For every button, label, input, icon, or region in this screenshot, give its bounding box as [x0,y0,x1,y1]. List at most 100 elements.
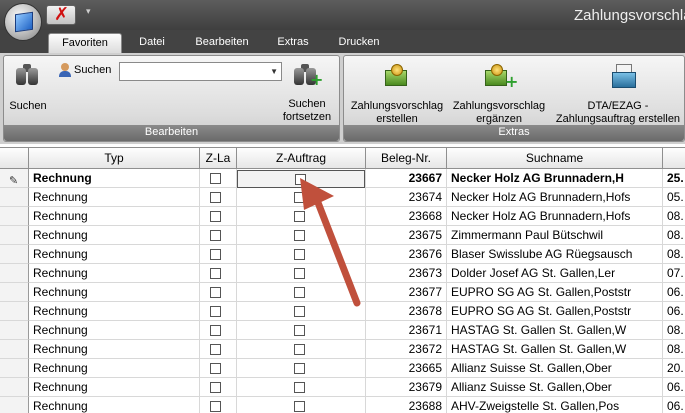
cell-datum[interactable]: 08. [663,207,685,226]
z-auftrag-checkbox[interactable] [294,382,305,393]
row-selector[interactable] [0,340,29,359]
column-header-suchname[interactable]: Suchname [447,147,663,169]
z-auftrag-checkbox[interactable] [294,344,305,355]
cell-z-auftrag[interactable] [237,321,366,340]
z-auftrag-checkbox[interactable] [294,211,305,222]
cell-z-la[interactable] [200,226,237,245]
z-auftrag-checkbox[interactable] [294,192,305,203]
cell-z-auftrag[interactable] [237,378,366,397]
row-selector[interactable] [0,378,29,397]
column-header-typ[interactable]: Typ [29,147,200,169]
cell-z-auftrag[interactable] [237,188,366,207]
table-row[interactable]: Rechnung 23688 AHV-Zweigstelle St. Gallen,… [0,397,685,413]
cell-datum[interactable]: 08. [663,226,685,245]
table-row[interactable]: Rechnung 23674 Necker Holz AG Brunnadern,H… [0,188,685,207]
cell-datum[interactable]: 20. [663,359,685,378]
cell-z-auftrag[interactable] [237,264,366,283]
cell-suchname[interactable]: Allianz Suisse St. Gallen,Ober [447,378,663,397]
cancel-button[interactable]: ✗ [46,4,76,25]
cell-typ[interactable]: Rechnung [29,226,200,245]
z-la-checkbox[interactable] [210,230,221,241]
table-row[interactable]: Rechnung 23671 HASTAG St. Gallen St. Galle… [0,321,685,340]
cell-datum[interactable]: 08. [663,321,685,340]
z-auftrag-focused-cell[interactable] [237,170,365,188]
app-orb-icon[interactable] [4,3,42,41]
cell-z-la[interactable] [200,188,237,207]
cell-z-auftrag[interactable] [237,226,366,245]
cell-z-la[interactable] [200,207,237,226]
tab-datei[interactable]: Datei [128,33,176,53]
cell-beleg[interactable]: 23674 [366,188,447,207]
row-selector[interactable] [0,359,29,378]
column-header-datum[interactable] [663,147,685,169]
cell-typ[interactable]: Rechnung [29,340,200,359]
cell-typ[interactable]: Rechnung [29,378,200,397]
row-selector[interactable] [0,207,29,226]
cell-typ[interactable]: Rechnung [29,302,200,321]
cell-suchname[interactable]: Blaser Swisslube AG Rüegsausch [447,245,663,264]
cell-z-auftrag[interactable] [237,302,366,321]
cell-typ[interactable]: Rechnung [29,359,200,378]
cell-suchname[interactable]: Necker Holz AG Brunnadern,Hofs [447,188,663,207]
cell-z-la[interactable] [200,245,237,264]
z-auftrag-checkbox[interactable] [294,363,305,374]
cell-beleg[interactable]: 23665 [366,359,447,378]
search-next-button[interactable]: + Suchen fortsetzen [276,60,338,123]
z-la-checkbox[interactable] [210,192,221,203]
tab-drucken[interactable]: Drucken [328,33,390,53]
tab-favoriten[interactable]: Favoriten [48,33,122,53]
row-selector[interactable] [0,188,29,207]
cell-z-auftrag[interactable] [237,397,366,413]
cell-z-la[interactable] [200,283,237,302]
cell-datum[interactable]: 06. [663,302,685,321]
cell-typ[interactable]: Rechnung [29,245,200,264]
cell-z-auftrag[interactable] [237,283,366,302]
cell-z-auftrag[interactable] [237,207,366,226]
cell-beleg[interactable]: 23675 [366,226,447,245]
cell-datum[interactable]: 25. [663,169,685,188]
z-la-checkbox[interactable] [210,287,221,298]
z-la-checkbox[interactable] [210,363,221,374]
z-la-checkbox[interactable] [210,211,221,222]
cell-suchname[interactable]: Necker Holz AG Brunnadern,H [447,169,663,188]
z-la-checkbox[interactable] [210,344,221,355]
cell-z-auftrag[interactable] [237,245,366,264]
cell-beleg[interactable]: 23678 [366,302,447,321]
cell-suchname[interactable]: EUPRO SG AG St. Gallen,Poststr [447,302,663,321]
cell-typ[interactable]: Rechnung [29,397,200,413]
table-row[interactable]: Rechnung 23675 Zimmermann Paul Bütschwil 08… [0,226,685,245]
cell-beleg[interactable]: 23679 [366,378,447,397]
row-selector[interactable]: ✎ [0,169,29,188]
cell-typ[interactable]: Rechnung [29,283,200,302]
cell-beleg[interactable]: 23667 [366,169,447,188]
table-row[interactable]: Rechnung 23676 Blaser Swisslube AG Rüegsau… [0,245,685,264]
cell-typ[interactable]: Rechnung [29,207,200,226]
cell-suchname[interactable]: EUPRO SG AG St. Gallen,Poststr [447,283,663,302]
cell-suchname[interactable]: HASTAG St. Gallen St. Gallen,W [447,321,663,340]
cell-datum[interactable]: 06. [663,378,685,397]
z-la-checkbox[interactable] [210,401,221,412]
cell-datum[interactable]: 06. [663,397,685,413]
zv-create-button[interactable]: Zahlungsvorschlag erstellen [347,60,447,125]
cell-z-auftrag[interactable] [237,359,366,378]
row-selector[interactable] [0,226,29,245]
z-auftrag-checkbox[interactable] [294,287,305,298]
cell-z-la[interactable] [200,321,237,340]
cell-datum[interactable]: 08. [663,245,685,264]
z-la-checkbox[interactable] [210,268,221,279]
cell-suchname[interactable]: Zimmermann Paul Bütschwil [447,226,663,245]
z-la-checkbox[interactable] [210,249,221,260]
table-row[interactable]: Rechnung 23668 Necker Holz AG Brunnadern,H… [0,207,685,226]
z-auftrag-checkbox[interactable] [294,306,305,317]
z-auftrag-checkbox[interactable] [294,401,305,412]
table-row[interactable]: Rechnung 23679 Allianz Suisse St. Gallen,O… [0,378,685,397]
cell-datum[interactable]: 05. [663,188,685,207]
z-la-checkbox[interactable] [210,382,221,393]
cell-beleg[interactable]: 23668 [366,207,447,226]
row-selector[interactable] [0,283,29,302]
cell-beleg[interactable]: 23677 [366,283,447,302]
search-combo[interactable]: ▼ [119,62,282,81]
cell-beleg[interactable]: 23676 [366,245,447,264]
row-selector[interactable] [0,264,29,283]
cell-suchname[interactable]: Dolder Josef AG St. Gallen,Ler [447,264,663,283]
